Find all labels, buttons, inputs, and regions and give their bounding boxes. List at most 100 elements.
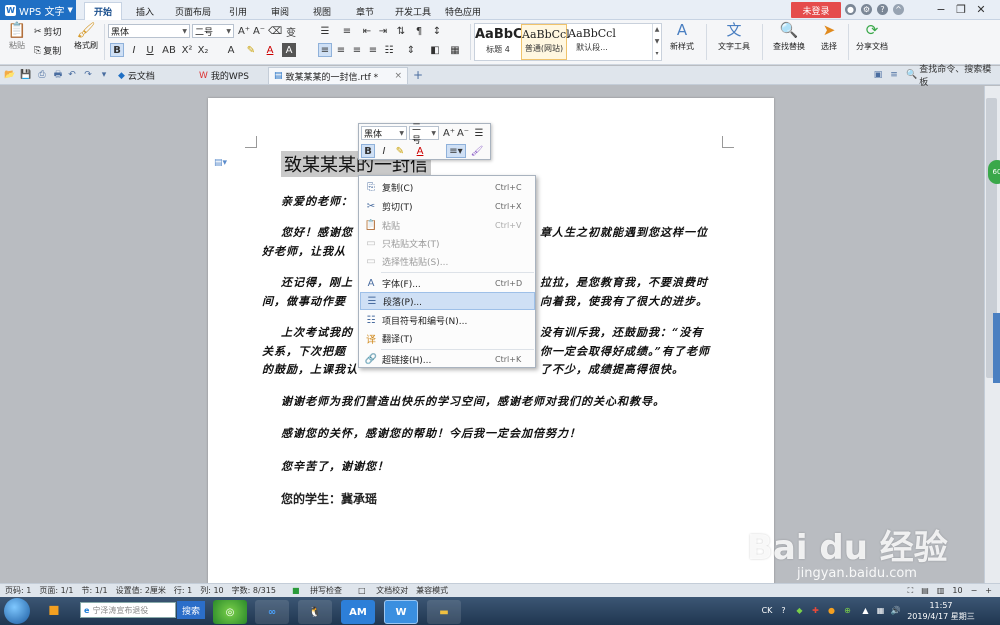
tray-antivirus-icon[interactable]: ✚ (810, 605, 821, 616)
menu-tab-references[interactable]: 引用 (229, 3, 247, 19)
mini-align-icon[interactable]: ≡▾ (446, 144, 466, 158)
status-section[interactable]: 节: 1/1 (81, 585, 107, 596)
ribbon-toggle-icon[interactable]: ^ (893, 4, 904, 15)
cut-button[interactable]: ✂ 剪切 (34, 25, 62, 39)
bullet-list-icon[interactable]: ☰ (318, 24, 332, 38)
status-words[interactable]: 字数: 8/315 (232, 585, 276, 596)
context-item-translate[interactable]: 译 翻译(T) (360, 329, 535, 347)
phonetic-icon[interactable]: 变 (284, 24, 298, 39)
shading-icon[interactable]: ◧ (428, 43, 442, 57)
mini-line-spacing-icon[interactable]: ☰ (472, 126, 486, 140)
mini-font-color-icon[interactable]: A (413, 144, 427, 158)
print-preview-icon[interactable]: 🖶 (52, 69, 64, 81)
font-name-combo[interactable]: 黑体 ▼ (108, 24, 190, 38)
context-item-paragraph[interactable]: ☰ 段落(P)... (360, 292, 535, 310)
increase-indent-icon[interactable]: ⇥ (376, 24, 390, 38)
context-item-cut[interactable]: ✂ 剪切(T) Ctrl+X (360, 197, 535, 215)
close-tab-icon[interactable]: × (394, 71, 402, 81)
side-panel-tab[interactable] (993, 313, 1000, 383)
menu-tab-chapter[interactable]: 章节 (356, 3, 374, 19)
mini-bold-icon[interactable]: B (361, 144, 375, 158)
help-icon[interactable]: ? (877, 4, 888, 15)
taskbar-app-baidu-icon[interactable]: ∞ (255, 600, 289, 624)
redo-icon[interactable]: ↷ (82, 69, 94, 81)
volume-icon[interactable]: 🔊 (890, 605, 901, 616)
side-badge[interactable]: 60 (988, 160, 1000, 184)
start-button[interactable] (4, 598, 30, 624)
text-effect-icon[interactable]: A (224, 43, 238, 57)
taskbar-clock[interactable]: 11:57 2019/4/17 星期三 (905, 600, 977, 624)
sidebar-icon[interactable]: ▣ (872, 69, 884, 81)
numbered-list-icon[interactable]: ≡ (340, 24, 354, 38)
status-pages[interactable]: 页面: 1/1 (39, 585, 73, 596)
context-item-bullets[interactable]: ☷ 项目符号和编号(N)... (360, 311, 535, 329)
style-default-para[interactable]: AaBbCcl 默认段... (567, 24, 617, 60)
new-style-button[interactable]: A 新样式 (667, 23, 697, 52)
clear-format-icon[interactable]: ⌫ (268, 24, 282, 38)
font-size-combo[interactable]: 二号 ▼ (192, 24, 234, 38)
taskbar-app-explorer-icon[interactable]: ▬ (427, 600, 461, 624)
status-row[interactable]: 行: 1 (174, 585, 192, 596)
bold-icon[interactable]: B (110, 43, 124, 57)
restore-icon[interactable]: ❐ (952, 1, 970, 18)
align-center-icon[interactable]: ≡ (334, 43, 348, 57)
select-button[interactable]: ➤ 选择 (815, 23, 843, 52)
taskbar-app-360-icon[interactable]: ◎ (213, 600, 247, 624)
line-spacing-icon[interactable]: ↕ (430, 24, 444, 38)
mini-italic-icon[interactable]: I (377, 144, 391, 158)
italic-icon[interactable]: I (127, 43, 141, 57)
menu-tab-developer[interactable]: 开发工具 (395, 3, 431, 19)
print-icon[interactable]: ⎙ (36, 69, 48, 81)
taskbar-app-am[interactable]: AM (341, 600, 375, 624)
proofread-toggle[interactable]: □ 文档校对 (350, 585, 408, 596)
style-heading4[interactable]: AaBbC 标题 4 (475, 24, 523, 60)
tab-current-document[interactable]: ▤ 致某某某的一封信.rtf * × (268, 67, 408, 84)
search-command-field[interactable]: 🔍 查找命令、搜索模板 (906, 65, 998, 88)
find-replace-button[interactable]: 🔍 查找替换 (768, 23, 810, 52)
menu-tab-insert[interactable]: 插入 (136, 3, 154, 19)
mini-shrink-font-icon[interactable]: A⁻ (456, 126, 470, 140)
close-icon[interactable]: ✕ (972, 1, 990, 18)
tray-app-icon[interactable]: ● (826, 605, 837, 616)
format-painter-button[interactable]: 🖌 格式刷 (72, 23, 100, 51)
tray-plus-icon[interactable]: ⊕ (842, 605, 853, 616)
wps-app-menu-button[interactable]: W WPS 文字 ▼ (0, 0, 76, 20)
mini-font-name-combo[interactable]: 黑体 ▼ (361, 126, 407, 140)
new-tab-icon[interactable]: + (412, 68, 424, 82)
menu-icon[interactable]: ≡ (888, 69, 900, 81)
mini-font-size-combo[interactable]: 二号 ▼ (409, 123, 439, 146)
paste-button[interactable]: 📋 粘贴 (6, 23, 28, 51)
undo-icon[interactable]: ↶ (66, 69, 78, 81)
status-page[interactable]: 页码: 1 (5, 585, 31, 596)
superscript-icon[interactable]: X² (180, 43, 194, 57)
text-tools-button[interactable]: 文 文字工具 (713, 23, 755, 52)
windows-logo-icon[interactable]: ◼ (48, 602, 68, 620)
mini-highlight-icon[interactable]: ✎ (393, 144, 407, 158)
menu-tab-features[interactable]: 特色应用 (445, 3, 481, 19)
subscript-icon[interactable]: X₂ (196, 43, 210, 57)
copy-button[interactable]: ⎘ 复制 (34, 44, 61, 58)
char-shading-icon[interactable]: A (282, 43, 296, 57)
status-setting[interactable]: 设置值: 2厘米 (116, 585, 166, 596)
save-icon[interactable]: 💾 (20, 69, 32, 81)
menu-tab-view[interactable]: 视图 (313, 3, 331, 19)
status-col[interactable]: 列: 10 (200, 585, 223, 596)
mini-format-painter-icon[interactable]: 🖌 (470, 144, 484, 158)
menu-tab-start[interactable]: 开始 (84, 2, 123, 20)
settings-icon[interactable]: ⚙ (861, 4, 872, 15)
sort-icon[interactable]: ⇅ (394, 24, 408, 38)
skin-icon[interactable]: ● (845, 4, 856, 15)
spell-check-toggle[interactable]: ■ 拼写检查 (284, 585, 342, 596)
highlight-icon[interactable]: ✎ (244, 43, 258, 57)
open-icon[interactable]: 📂 (4, 69, 16, 81)
tray-help-icon[interactable]: ? (778, 605, 789, 616)
context-item-font[interactable]: A 字体(F)... Ctrl+D (360, 274, 535, 292)
taskbar-search-button[interactable]: 搜索 (177, 601, 205, 619)
tray-expand-icon[interactable]: ▲ (860, 605, 871, 616)
menu-tab-page-layout[interactable]: 页面布局 (175, 3, 211, 19)
strikethrough-icon[interactable]: AB (162, 43, 176, 57)
line-spacing-menu-icon[interactable]: ⇕ (404, 43, 418, 57)
ime-indicator[interactable]: CK (760, 605, 774, 616)
taskbar-search-input[interactable]: e 宁泽涛宣布退役 (80, 602, 176, 618)
show-marks-icon[interactable]: ¶ (412, 24, 426, 38)
